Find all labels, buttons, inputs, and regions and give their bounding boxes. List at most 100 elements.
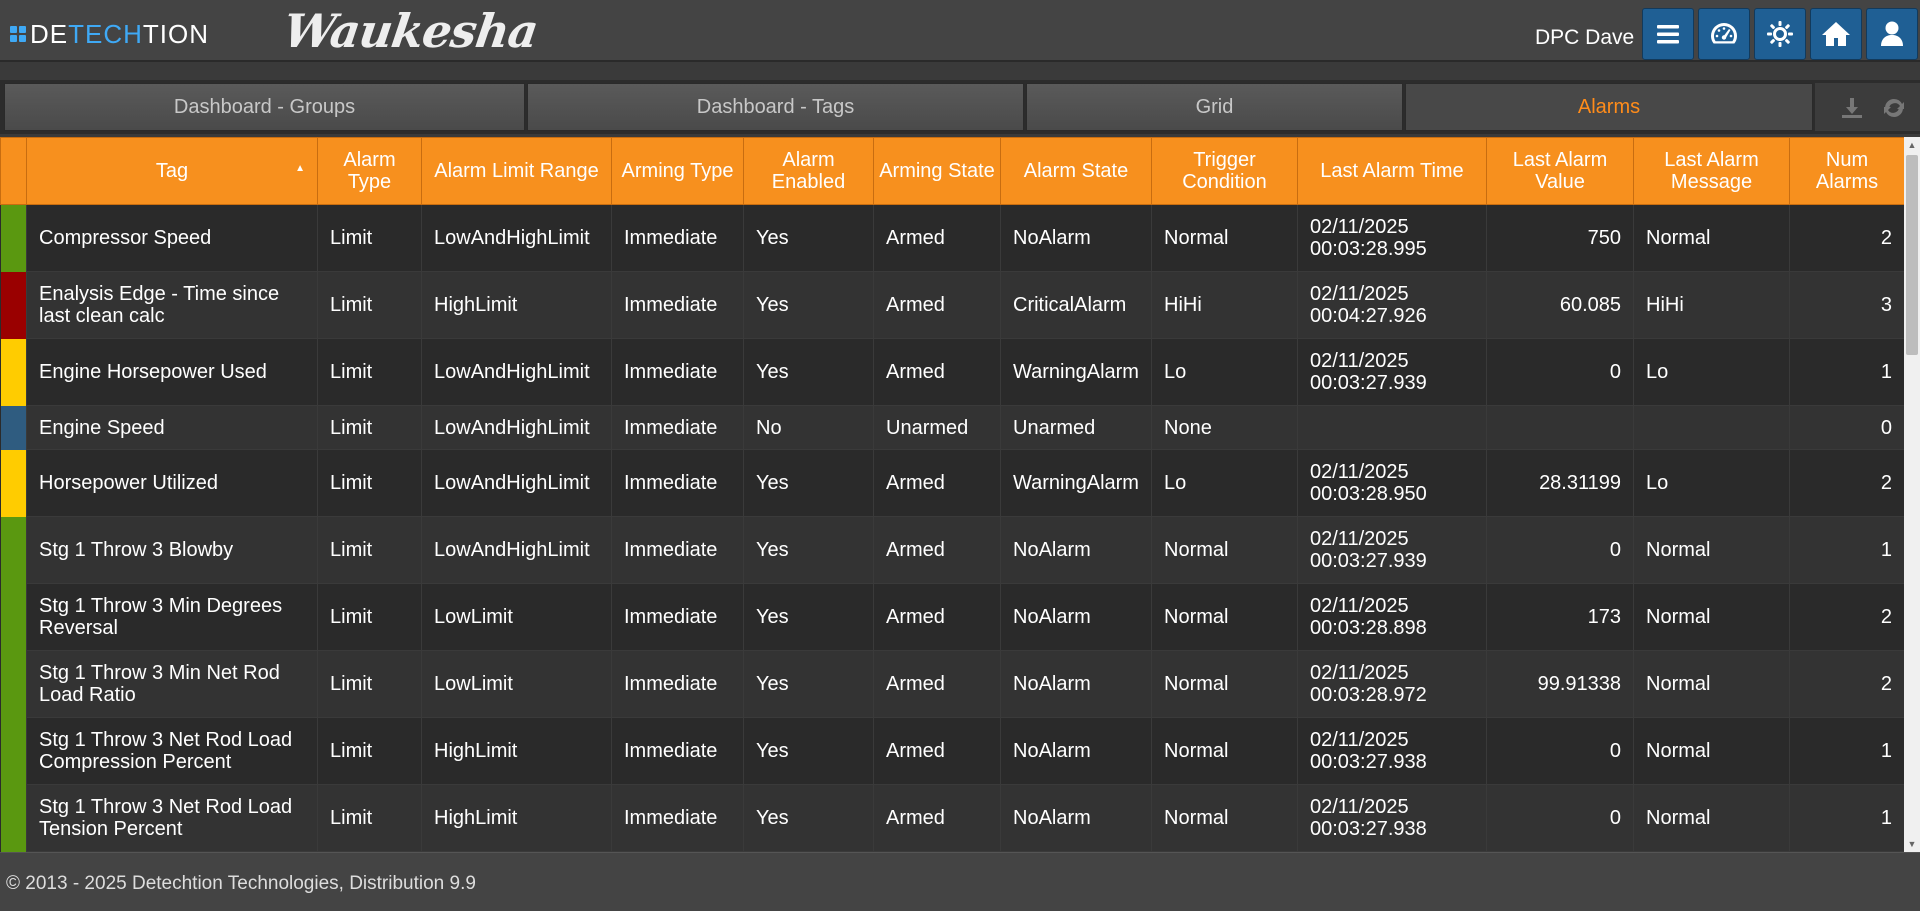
cell-last-alarm-message: Normal [1633, 650, 1790, 718]
cell-alarm-state: CriticalAlarm [1000, 271, 1152, 339]
cell-tag: Engine Horsepower Used [26, 338, 318, 406]
cell-last-alarm-message [1633, 405, 1790, 450]
table-row[interactable]: Stg 1 Throw 3 Net Rod Load Tension Perce… [0, 784, 1904, 852]
column-header-trigger-condition[interactable]: Trigger Condition [1151, 137, 1298, 205]
alarms-table: Tag ▲ Alarm Type Alarm Limit Range Arming… [0, 137, 1904, 852]
column-header-alarm-enabled[interactable]: Alarm Enabled [743, 137, 874, 205]
cell-trigger-condition: Normal [1151, 717, 1298, 785]
status-indicator [0, 650, 27, 718]
column-header-tag[interactable]: Tag ▲ [26, 137, 318, 205]
tab-grid[interactable]: Grid [1026, 83, 1403, 131]
scroll-up-arrow-icon[interactable]: ▲ [1904, 137, 1920, 153]
settings-button[interactable] [1754, 8, 1806, 60]
cell-last-alarm-time: 02/11/2025 00:03:28.950 [1297, 449, 1487, 517]
cell-alarm-state: WarningAlarm [1000, 449, 1152, 517]
column-header-alarm-limit-range[interactable]: Alarm Limit Range [421, 137, 612, 205]
column-header-num-alarms[interactable]: Num Alarms [1789, 137, 1904, 205]
cell-trigger-condition: Normal [1151, 516, 1298, 584]
cell-last-alarm-time: 02/11/2025 00:03:27.938 [1297, 784, 1487, 852]
cell-alarm-type: Limit [317, 583, 422, 651]
table-row[interactable]: Stg 1 Throw 3 Min Net Rod Load Ratio Limi… [0, 650, 1904, 718]
cell-alarm-type: Limit [317, 516, 422, 584]
cell-alarm-limit-range: LowAndHighLimit [421, 405, 612, 450]
download-icon [1842, 98, 1862, 118]
user-name[interactable]: DPC Dave [1535, 26, 1634, 50]
menu-button[interactable] [1642, 8, 1694, 60]
cell-num-alarms: 0 [1789, 405, 1904, 450]
user-profile-button[interactable] [1866, 8, 1918, 60]
cell-arming-type: Immediate [611, 449, 744, 517]
cell-alarm-enabled: Yes [743, 204, 874, 272]
alarms-grid: Tag ▲ Alarm Type Alarm Limit Range Arming… [0, 137, 1904, 852]
download-button[interactable] [1839, 95, 1865, 121]
sort-ascending-icon: ▲ [295, 163, 305, 174]
dashboard-button[interactable] [1698, 8, 1750, 60]
scroll-thumb[interactable] [1906, 155, 1918, 355]
menu-icon [1657, 25, 1679, 44]
column-header-alarm-type[interactable]: Alarm Type [317, 137, 422, 205]
tab-bar: Dashboard - Groups Dashboard - Tags Grid… [0, 80, 1920, 134]
cell-num-alarms: 1 [1789, 784, 1904, 852]
settings-gear-icon [1767, 21, 1793, 47]
table-row[interactable]: Stg 1 Throw 3 Min Degrees Reversal Limit L… [0, 583, 1904, 651]
column-header-last-alarm-message[interactable]: Last Alarm Message [1633, 137, 1790, 205]
cell-alarm-enabled: Yes [743, 717, 874, 785]
table-row[interactable]: Compressor Speed Limit LowAndHighLimit Imme… [0, 204, 1904, 272]
table-row[interactable]: Enalysis Edge - Time since last clean ca… [0, 271, 1904, 339]
table-row[interactable]: Stg 1 Throw 3 Blowby Limit LowAndHighLimit… [0, 516, 1904, 584]
cell-arming-type: Immediate [611, 784, 744, 852]
cell-last-alarm-time: 02/11/2025 00:04:27.926 [1297, 271, 1487, 339]
table-row[interactable]: Horsepower Utilized Limit LowAndHighLimit I… [0, 449, 1904, 517]
tab-dashboard-tags[interactable]: Dashboard - Tags [527, 83, 1024, 131]
grid-scrollbar[interactable]: ▲ ▼ [1904, 137, 1920, 852]
cell-num-alarms: 2 [1789, 650, 1904, 718]
column-header-last-alarm-time[interactable]: Last Alarm Time [1297, 137, 1487, 205]
tab-dashboard-groups[interactable]: Dashboard - Groups [4, 83, 525, 131]
cell-num-alarms: 1 [1789, 516, 1904, 584]
column-header-arming-state[interactable]: Arming State [873, 137, 1001, 205]
cell-trigger-condition: Normal [1151, 204, 1298, 272]
status-indicator [0, 449, 27, 517]
scroll-down-arrow-icon[interactable]: ▼ [1904, 836, 1920, 852]
status-indicator [0, 204, 27, 272]
cell-num-alarms: 1 [1789, 338, 1904, 406]
cell-alarm-state: NoAlarm [1000, 516, 1152, 584]
table-row[interactable]: Engine Horsepower Used Limit LowAndHighLim… [0, 338, 1904, 406]
cell-arming-state: Armed [873, 271, 1001, 339]
cell-alarm-enabled: Yes [743, 784, 874, 852]
cell-alarm-type: Limit [317, 271, 422, 339]
cell-alarm-enabled: Yes [743, 271, 874, 339]
cell-alarm-type: Limit [317, 449, 422, 517]
column-header-last-alarm-value[interactable]: Last Alarm Value [1486, 137, 1634, 205]
cell-tag: Enalysis Edge - Time since last clean ca… [26, 271, 318, 339]
cell-arming-type: Immediate [611, 717, 744, 785]
cell-num-alarms: 3 [1789, 271, 1904, 339]
status-indicator [0, 338, 27, 406]
table-row[interactable]: Engine Speed Limit LowAndHighLimit Immediat… [0, 405, 1904, 450]
cell-alarm-enabled: Yes [743, 449, 874, 517]
cell-alarm-enabled: No [743, 405, 874, 450]
cell-last-alarm-value: 99.91338 [1486, 650, 1634, 718]
cell-num-alarms: 1 [1789, 717, 1904, 785]
refresh-icon [1884, 99, 1904, 117]
cell-arming-type: Immediate [611, 516, 744, 584]
tab-tools [1815, 83, 1920, 131]
cell-last-alarm-value: 0 [1486, 784, 1634, 852]
cell-arming-state: Armed [873, 650, 1001, 718]
cell-alarm-enabled: Yes [743, 583, 874, 651]
table-row[interactable]: Stg 1 Throw 3 Net Rod Load Compression P… [0, 717, 1904, 785]
home-icon [1822, 22, 1850, 46]
app-header: DE TECH TION Waukesha DPC Dave [0, 0, 1920, 62]
status-column-header [0, 137, 27, 205]
home-button[interactable] [1810, 8, 1862, 60]
cell-last-alarm-value: 60.085 [1486, 271, 1634, 339]
column-header-alarm-state[interactable]: Alarm State [1000, 137, 1152, 205]
column-header-arming-type[interactable]: Arming Type [611, 137, 744, 205]
cell-alarm-type: Limit [317, 204, 422, 272]
tab-alarms[interactable]: Alarms [1405, 83, 1813, 131]
cell-last-alarm-time: 02/11/2025 00:03:27.939 [1297, 338, 1487, 406]
refresh-button[interactable] [1881, 95, 1907, 121]
cell-last-alarm-value: 0 [1486, 717, 1634, 785]
cell-tag: Stg 1 Throw 3 Net Rod Load Tension Perce… [26, 784, 318, 852]
copyright-text: © 2013 - 2025 Detechtion Technologies, D… [6, 873, 476, 894]
